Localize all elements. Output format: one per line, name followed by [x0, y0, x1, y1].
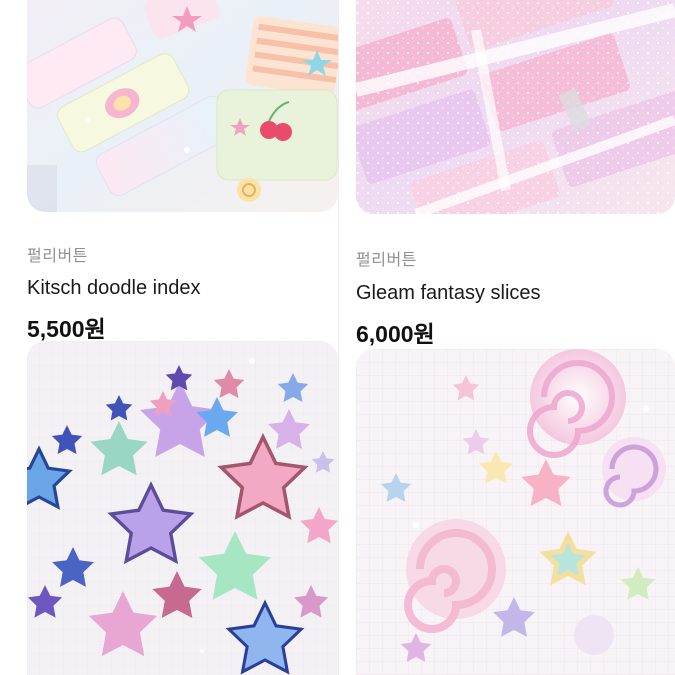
- column-divider: [338, 0, 339, 675]
- product-title[interactable]: Gleam fantasy slices: [356, 282, 541, 305]
- glitter-sticker-image-icon: [356, 0, 675, 214]
- seller-name: 펄리버튼: [27, 248, 88, 265]
- product-image-star-stickers[interactable]: [27, 341, 338, 675]
- product-price: 5,500원: [27, 316, 106, 342]
- star-sticker-image-icon: [27, 341, 338, 675]
- index-sticker-image-icon: [27, 0, 338, 212]
- product-price: 6,000원: [356, 321, 435, 347]
- product-grid: 펄리버튼 Kitsch doodle index 5,500원 펄리버튼 Gle…: [0, 0, 675, 675]
- product-title[interactable]: Kitsch doodle index: [27, 277, 200, 300]
- product-image-kitsch-doodle-index[interactable]: [27, 0, 338, 212]
- product-image-candy-swirl-stickers[interactable]: [356, 349, 675, 675]
- candy-swirl-sticker-image-icon: [356, 349, 675, 675]
- seller-name: 펄리버튼: [356, 252, 417, 269]
- product-image-gleam-fantasy-slices[interactable]: [356, 0, 675, 214]
